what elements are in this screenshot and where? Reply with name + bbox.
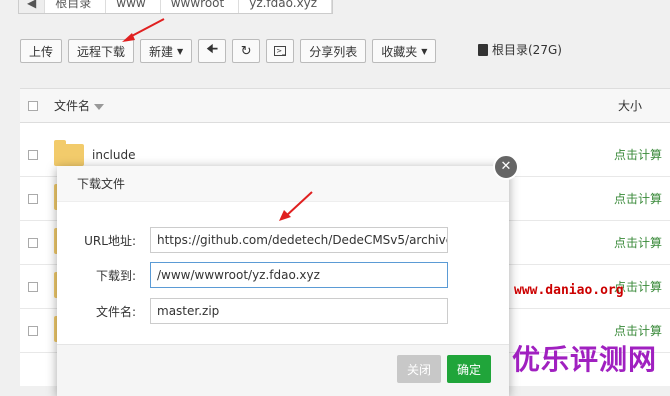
breadcrumb-item-www[interactable]: www bbox=[106, 0, 161, 13]
back-button[interactable]: 🠈 bbox=[198, 39, 227, 63]
filename-row: 文件名: master.zip bbox=[57, 298, 509, 324]
upload-button[interactable]: 上传 bbox=[20, 39, 63, 63]
dialog-close-icon[interactable]: ✕ bbox=[493, 154, 519, 180]
row-checkbox[interactable] bbox=[28, 149, 38, 160]
column-header-size[interactable]: 大小 bbox=[618, 97, 642, 114]
favorites-button-label: 收藏夹 bbox=[381, 44, 418, 59]
destination-row: 下载到: /www/wwwroot/yz.fdao.xyz bbox=[57, 262, 509, 288]
arrow-left-icon: 🠈 bbox=[206, 42, 219, 57]
dialog-footer: 关闭 确定 bbox=[57, 344, 509, 396]
breadcrumb-item-site[interactable]: yz.fdao.xyz bbox=[239, 0, 333, 13]
back-arrow-icon[interactable]: ◀ bbox=[19, 0, 46, 13]
breadcrumb: ◀ 根目录 www wwwroot yz.fdao.xyz bbox=[18, 0, 334, 14]
url-input[interactable]: https://github.com/dedetech/DedeCMSv5/ar… bbox=[150, 227, 448, 253]
table-header: 文件名 大小 bbox=[20, 89, 670, 123]
calc-size-link[interactable]: 点击计算 bbox=[614, 146, 662, 163]
file-toolbar: 上传 远程下载 新建 ▼ 🠈 ↻ >_ 分享列表 收藏夹 ▼ bbox=[20, 38, 442, 64]
column-header-name[interactable]: 文件名 bbox=[54, 97, 105, 114]
calc-size-link[interactable]: 点击计算 bbox=[614, 190, 662, 207]
terminal-icon: >_ bbox=[274, 46, 287, 56]
breadcrumb-item-root[interactable]: 根目录 bbox=[45, 0, 107, 13]
disk-icon bbox=[478, 43, 488, 56]
destination-input[interactable]: /www/wwwroot/yz.fdao.xyz bbox=[150, 262, 448, 288]
favorites-dropdown-button[interactable]: 收藏夹 ▼ bbox=[372, 39, 437, 63]
annotation-arrow-icon bbox=[279, 191, 313, 221]
refresh-icon: ↻ bbox=[240, 43, 252, 59]
row-checkbox[interactable] bbox=[28, 281, 38, 292]
share-list-button[interactable]: 分享列表 bbox=[300, 39, 367, 63]
folder-icon bbox=[54, 139, 84, 166]
refresh-button[interactable]: ↻ bbox=[232, 39, 261, 63]
row-checkbox[interactable] bbox=[28, 237, 38, 248]
sort-desc-icon bbox=[94, 103, 105, 110]
disk-label: 根目录(27G) bbox=[492, 43, 562, 57]
row-checkbox[interactable] bbox=[28, 325, 38, 336]
annotation-arrow-icon bbox=[122, 18, 165, 42]
disk-selector[interactable]: 根目录(27G) bbox=[478, 41, 562, 58]
filename-label: 文件名: bbox=[95, 304, 136, 319]
calc-size-link[interactable]: 点击计算 bbox=[614, 234, 662, 251]
new-button-label: 新建 bbox=[149, 44, 174, 59]
file-name[interactable]: include bbox=[92, 148, 135, 162]
select-all-checkbox[interactable] bbox=[28, 100, 38, 111]
confirm-button[interactable]: 确定 bbox=[447, 355, 492, 383]
terminal-button[interactable]: >_ bbox=[266, 39, 295, 63]
watermark-url: www.daniao.org bbox=[514, 283, 624, 298]
caret-down-icon: ▼ bbox=[177, 46, 184, 56]
url-row: URL地址: https://github.com/dedetech/DedeC… bbox=[57, 227, 509, 253]
column-name-label: 文件名 bbox=[54, 99, 91, 113]
row-checkbox[interactable] bbox=[28, 193, 38, 204]
calc-size-link[interactable]: 点击计算 bbox=[614, 322, 662, 339]
filename-input[interactable]: master.zip bbox=[150, 298, 448, 324]
destination-label: 下载到: bbox=[95, 268, 136, 283]
url-label: URL地址: bbox=[84, 233, 136, 248]
watermark-logo: 优乐评测网 bbox=[512, 343, 658, 376]
breadcrumb-item-wwwroot[interactable]: wwwroot bbox=[161, 0, 240, 13]
close-button[interactable]: 关闭 bbox=[397, 355, 442, 383]
caret-down-icon: ▼ bbox=[421, 46, 428, 56]
